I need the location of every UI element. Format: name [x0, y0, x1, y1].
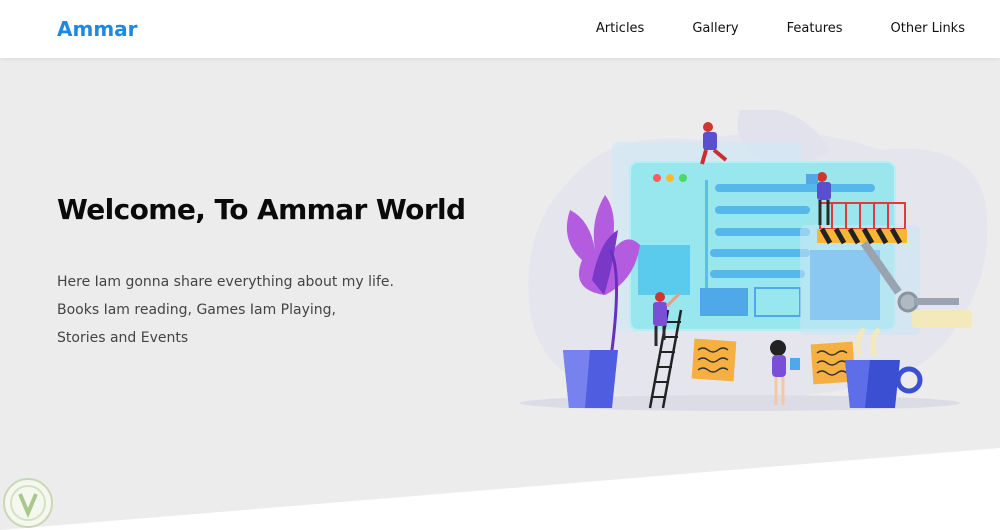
- hero-illustration: [520, 110, 988, 411]
- hero-title: Welcome, To Ammar World: [57, 193, 466, 226]
- hero-line-2: Books Iam reading, Games Iam Playing,: [57, 302, 336, 318]
- site-logo[interactable]: Ammar: [57, 17, 138, 41]
- hero-line-1: Here Iam gonna share everything about my…: [57, 274, 394, 290]
- main-nav: Articles Gallery Features Other Links: [548, 21, 965, 36]
- hero-line-3: Stories and Events: [57, 330, 189, 346]
- watermark-logo: [3, 478, 53, 528]
- nav-other-links[interactable]: Other Links: [891, 21, 965, 36]
- nav-gallery[interactable]: Gallery: [692, 21, 738, 36]
- nav-features[interactable]: Features: [787, 21, 843, 36]
- hero-description: Here Iam gonna share everything about my…: [57, 268, 394, 352]
- nav-articles[interactable]: Articles: [596, 21, 644, 36]
- page: Ammar Articles Gallery Features Other Li…: [0, 0, 1000, 530]
- header: Ammar Articles Gallery Features Other Li…: [0, 0, 1000, 58]
